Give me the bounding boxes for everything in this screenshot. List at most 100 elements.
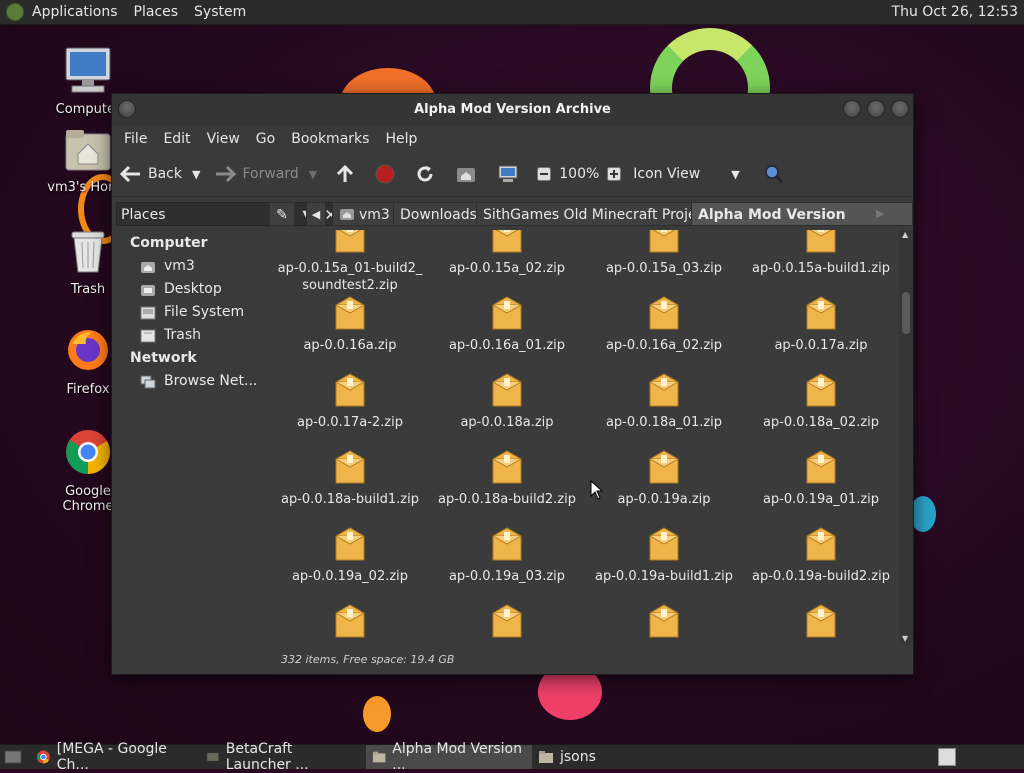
side-pane-label: Places — [121, 207, 166, 223]
file-item-partial[interactable] — [586, 601, 742, 643]
top-panel: Applications Places System Thu Oct 26, 1… — [0, 0, 1024, 25]
chrome-icon — [36, 750, 50, 764]
file-item[interactable]: ap-0.0.19a.zip — [586, 447, 742, 508]
file-item[interactable]: ap-0.0.18a_02.zip — [743, 370, 899, 431]
menu-system[interactable]: System — [186, 4, 254, 20]
forward-button[interactable]: Forward — [214, 165, 299, 183]
file-item[interactable]: ap-0.0.15a-build1.zip — [743, 230, 899, 277]
file-item-partial[interactable] — [743, 601, 899, 643]
toolbar: Back ▼ Forward ▼ 100% Icon View ▼ — [112, 152, 913, 197]
file-item[interactable]: ap-0.0.19a_01.zip — [743, 447, 899, 508]
sidebar-item-label: Browse Net... — [164, 373, 258, 389]
workspace-switcher[interactable] — [938, 748, 956, 766]
file-item[interactable]: ap-0.0.15a_01-build2_ soundtest2.zip — [272, 230, 428, 294]
close-button[interactable] — [891, 100, 909, 118]
view-mode-select[interactable]: Icon View ▼ — [633, 166, 739, 182]
sidebar-item-trash[interactable]: Trash — [112, 324, 264, 347]
location-bar: Places ▼ ✕ ✎ ◀ vm3 Downloads SithGames O… — [112, 197, 913, 247]
menu-edit[interactable]: Edit — [155, 131, 198, 147]
reload-icon[interactable] — [415, 164, 435, 184]
package-icon — [806, 230, 836, 253]
file-item[interactable]: ap-0.0.16a_01.zip — [429, 293, 585, 354]
task-alpha-mod-archive[interactable]: Alpha Mod Version ... — [366, 741, 532, 773]
menu-go[interactable]: Go — [248, 131, 283, 147]
file-item[interactable]: ap-0.0.16a_02.zip — [586, 293, 742, 354]
drive-icon — [140, 306, 156, 319]
distro-logo-icon[interactable] — [6, 3, 24, 21]
folder-icon — [372, 751, 386, 763]
file-item[interactable]: ap-0.0.19a_03.zip — [429, 524, 585, 585]
file-item[interactable]: ap-0.0.19a-build2.zip — [743, 524, 899, 585]
scroll-up-arrow-icon[interactable]: ▲ — [902, 230, 908, 239]
sidebar-item-browse-network[interactable]: Browse Net... — [112, 370, 264, 393]
package-icon — [649, 604, 679, 638]
file-name: ap-0.0.18a_02.zip — [762, 415, 880, 430]
vertical-scrollbar[interactable]: ▲ ▼ — [899, 230, 913, 643]
minimize-button[interactable] — [843, 100, 861, 118]
breadcrumb-scroll-left[interactable]: ◀ — [306, 202, 326, 226]
package-icon — [492, 604, 522, 638]
home-icon — [141, 261, 155, 273]
title-bar[interactable]: Alpha Mod Version Archive — [112, 94, 913, 126]
menu-view[interactable]: View — [199, 131, 248, 147]
maximize-button[interactable] — [867, 100, 885, 118]
stop-icon[interactable] — [375, 164, 395, 184]
package-icon — [335, 604, 365, 638]
package-icon — [649, 450, 679, 484]
file-item-partial[interactable] — [429, 601, 585, 643]
breadcrumb-scroll-right[interactable]: ▶ — [876, 207, 884, 220]
file-item[interactable]: ap-0.0.18a-build2.zip — [429, 447, 585, 508]
file-item[interactable]: ap-0.0.15a_03.zip — [586, 230, 742, 277]
file-item-partial[interactable] — [272, 601, 428, 643]
icon-view[interactable]: ap-0.0.15a_01-build2_ soundtest2.zip ap-0… — [267, 230, 899, 643]
file-item[interactable]: ap-0.0.19a_02.zip — [272, 524, 428, 585]
zoom-in-icon[interactable] — [607, 167, 622, 181]
firefox-icon — [68, 330, 108, 370]
window-menu-button[interactable] — [118, 100, 136, 118]
zoom-out-icon[interactable] — [537, 167, 552, 181]
file-item[interactable]: ap-0.0.17a-2.zip — [272, 370, 428, 431]
task-betacraft[interactable]: BetaCraft Launcher ... — [200, 741, 366, 773]
menu-help[interactable]: Help — [377, 131, 425, 147]
file-item[interactable]: ap-0.0.19a-build1.zip — [586, 524, 742, 585]
breadcrumb-home[interactable]: vm3 — [332, 202, 397, 226]
file-item[interactable]: ap-0.0.18a-build1.zip — [272, 447, 428, 508]
up-arrow-icon[interactable] — [335, 164, 355, 184]
sidebar-item-filesystem[interactable]: File System — [112, 301, 264, 324]
file-item[interactable]: ap-0.0.18a_01.zip — [586, 370, 742, 431]
search-icon[interactable] — [764, 164, 784, 184]
menu-applications[interactable]: Applications — [24, 4, 126, 20]
task-jsons[interactable]: jsons — [532, 745, 652, 769]
file-name: ap-0.0.16a_02.zip — [605, 338, 723, 353]
show-desktop-icon[interactable] — [4, 749, 22, 765]
menu-bookmarks[interactable]: Bookmarks — [283, 131, 377, 147]
sidebar-item-desktop[interactable]: Desktop — [112, 278, 264, 301]
file-name: ap-0.0.18a-build1.zip — [281, 492, 419, 507]
file-item[interactable]: ap-0.0.15a_02.zip — [429, 230, 585, 277]
back-button[interactable]: Back — [120, 165, 182, 183]
breadcrumb-downloads[interactable]: Downloads — [393, 202, 484, 226]
sidebar-item-vm3[interactable]: vm3 — [112, 255, 264, 278]
breadcrumb-sithgames[interactable]: SithGames Old Minecraft Projects — [476, 202, 725, 226]
file-name: ap-0.0.16a_01.zip — [448, 338, 566, 353]
menu-places[interactable]: Places — [126, 4, 187, 20]
file-item[interactable]: ap-0.0.17a.zip — [743, 293, 899, 354]
clock[interactable]: Thu Oct 26, 12:53 — [892, 4, 1018, 20]
file-item[interactable]: ap-0.0.16a.zip — [272, 293, 428, 354]
edit-location-icon[interactable]: ✎ — [269, 202, 295, 226]
zoom-level[interactable]: 100% — [559, 166, 599, 182]
package-icon — [492, 373, 522, 407]
package-icon — [806, 604, 836, 638]
file-item[interactable]: ap-0.0.18a.zip — [429, 370, 585, 431]
sidebar-section-computer: Computer — [130, 235, 208, 251]
network-icon — [140, 375, 156, 388]
back-history-dropdown[interactable]: ▼ — [192, 168, 200, 181]
menu-file[interactable]: File — [116, 131, 155, 147]
scrollbar-thumb[interactable] — [902, 292, 910, 334]
scroll-down-arrow-icon[interactable]: ▼ — [902, 634, 908, 643]
task-label: [MEGA - Google Ch... — [56, 741, 167, 773]
computer-icon[interactable] — [497, 164, 519, 184]
task-mega-chrome[interactable]: [MEGA - Google Ch... — [30, 741, 200, 773]
forward-history-dropdown[interactable]: ▼ — [309, 168, 317, 181]
home-icon[interactable] — [455, 164, 477, 184]
